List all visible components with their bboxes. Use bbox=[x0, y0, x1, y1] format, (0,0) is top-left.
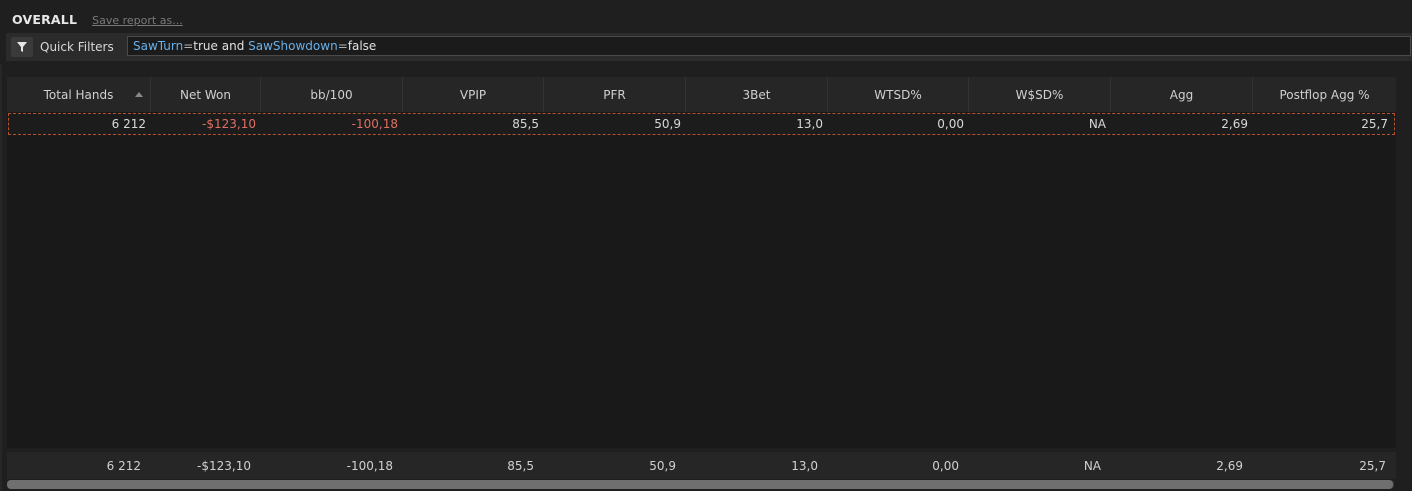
total-pfr: 50,9 bbox=[649, 458, 676, 473]
column-header-3bet[interactable]: 3Bet bbox=[686, 77, 828, 112]
total-bb-100: -100,18 bbox=[346, 458, 393, 473]
cell-net-won: -$123,10 bbox=[202, 117, 256, 131]
total-net-won: -$123,10 bbox=[197, 458, 251, 473]
cell-agg: 2,69 bbox=[1221, 117, 1248, 131]
total-total-hands: 6 212 bbox=[106, 458, 141, 473]
column-header-pfr[interactable]: PFR bbox=[544, 77, 686, 112]
column-header-row: Total Hands Net Won bb/100 VPIP PFR 3Bet… bbox=[7, 77, 1396, 112]
quick-filter-bar: Quick Filters SawTurn=true and SawShowdo… bbox=[6, 33, 1412, 61]
column-header-wssd[interactable]: W$SD% bbox=[969, 77, 1111, 112]
cell-wssd: NA bbox=[1088, 117, 1106, 131]
column-header-label: WTSD% bbox=[874, 87, 922, 102]
column-header-label: Agg bbox=[1169, 87, 1194, 102]
filter-token-op: = bbox=[337, 39, 348, 53]
stats-grid: Total Hands Net Won bb/100 VPIP PFR 3Bet… bbox=[7, 77, 1396, 448]
column-header-net-won[interactable]: Net Won bbox=[151, 77, 261, 112]
filter-token-key: SawTurn bbox=[133, 39, 184, 53]
save-report-link[interactable]: Save report as... bbox=[92, 14, 183, 27]
quick-filter-button[interactable] bbox=[11, 37, 33, 57]
filter-token-op: = bbox=[183, 39, 194, 53]
total-vpip: 85,5 bbox=[507, 458, 534, 473]
filter-token-key: SawShowdown bbox=[248, 39, 338, 53]
quick-filter-input[interactable]: SawTurn=true and SawShowdown=false bbox=[127, 36, 1411, 56]
column-header-agg[interactable]: Agg bbox=[1111, 77, 1253, 112]
sort-ascending-icon bbox=[135, 92, 143, 97]
funnel-icon bbox=[17, 42, 27, 52]
totals-row: 6 212 -$123,10 -100,18 85,5 50,9 13,0 0,… bbox=[7, 452, 1396, 479]
column-header-label: VPIP bbox=[459, 87, 487, 102]
cell-wtsd: 0,00 bbox=[937, 117, 964, 131]
total-agg: 2,69 bbox=[1216, 458, 1243, 473]
scrollbar-thumb[interactable] bbox=[7, 480, 1393, 489]
column-header-label: W$SD% bbox=[1015, 87, 1064, 102]
cell-vpip: 85,5 bbox=[512, 117, 539, 131]
column-header-vpip[interactable]: VPIP bbox=[403, 77, 544, 112]
cell-total-hands: 6 212 bbox=[111, 117, 146, 131]
cell-bb-100: -100,18 bbox=[351, 117, 398, 131]
report-title: OVERALL bbox=[12, 12, 78, 27]
total-3bet: 13,0 bbox=[791, 458, 818, 473]
cell-postflop-agg: 25,7 bbox=[1361, 117, 1388, 131]
column-header-label: Postflop Agg % bbox=[1279, 87, 1370, 102]
column-header-label: Net Won bbox=[180, 87, 231, 102]
column-header-label: Total Hands bbox=[43, 87, 114, 102]
column-header-wtsd[interactable]: WTSD% bbox=[828, 77, 969, 112]
column-header-bb-100[interactable]: bb/100 bbox=[261, 77, 403, 112]
cell-3bet: 13,0 bbox=[796, 117, 823, 131]
total-wtsd: 0,00 bbox=[932, 458, 959, 473]
quick-filters-label: Quick Filters bbox=[40, 40, 114, 54]
left-edge-strip bbox=[0, 64, 2, 491]
filter-token-value: true and bbox=[193, 39, 249, 53]
cell-pfr: 50,9 bbox=[654, 117, 681, 131]
horizontal-scrollbar[interactable] bbox=[7, 480, 1394, 489]
column-header-total-hands[interactable]: Total Hands bbox=[7, 77, 151, 112]
column-header-label: 3Bet bbox=[742, 87, 771, 102]
total-wssd: NA bbox=[1083, 458, 1101, 473]
column-header-label: bb/100 bbox=[310, 87, 353, 102]
column-header-postflop-agg[interactable]: Postflop Agg % bbox=[1253, 77, 1396, 112]
filter-token-value: false bbox=[347, 39, 377, 53]
total-postflop-agg: 25,7 bbox=[1359, 458, 1386, 473]
column-header-label: PFR bbox=[603, 87, 626, 102]
table-row[interactable]: 6 212 -$123,10 -100,18 85,5 50,9 13,0 0,… bbox=[8, 113, 1395, 135]
report-header: OVERALL Save report as... bbox=[12, 12, 183, 30]
